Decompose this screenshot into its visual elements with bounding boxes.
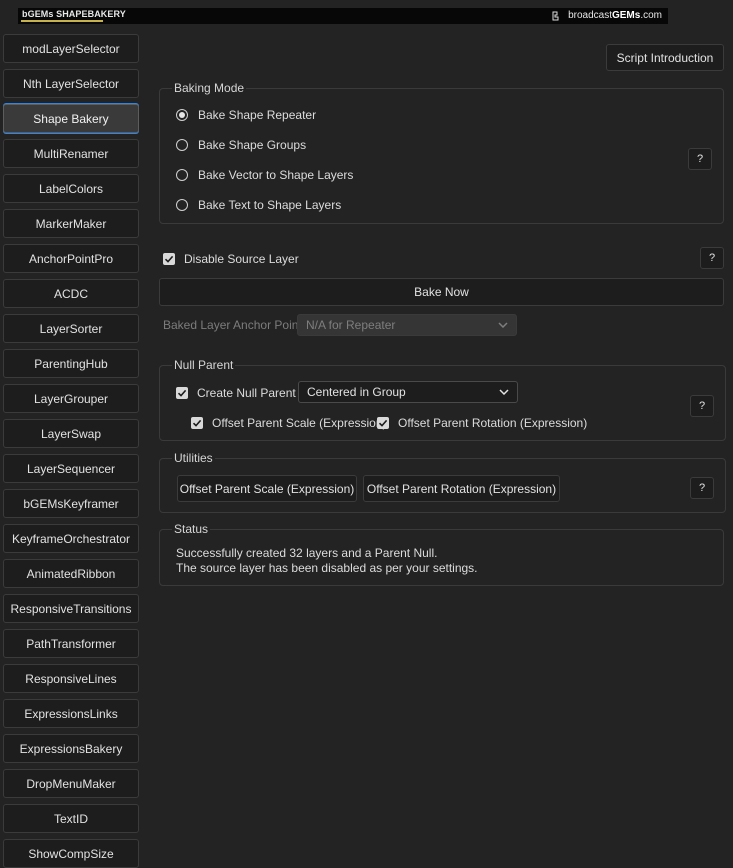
checkbox-checked[interactable]: [163, 253, 175, 265]
sidebar-item-dropmenumaker[interactable]: DropMenuMaker: [3, 769, 139, 798]
status-title: Status: [172, 522, 211, 536]
sidebar-item-shape-bakery[interactable]: Shape Bakery: [3, 104, 139, 133]
sidebar-item-layergrouper[interactable]: LayerGrouper: [3, 384, 139, 413]
create-null-parent-checkbox[interactable]: Create Null Parent: [176, 386, 296, 400]
radio-button[interactable]: [176, 199, 188, 211]
checkbox-checked[interactable]: [176, 387, 188, 399]
sidebar-item-responsivelines[interactable]: ResponsiveLines: [3, 664, 139, 693]
status-group: Status Successfully created 32 layers an…: [159, 522, 724, 586]
sidebar-item-anchorpointpro[interactable]: AnchorPointPro: [3, 244, 139, 273]
sidebar-item-layersorter[interactable]: LayerSorter: [3, 314, 139, 343]
utilities-help-button[interactable]: ?: [690, 477, 714, 499]
baking-mode-group: Baking Mode Bake Shape Repeater Bake Sha…: [159, 81, 724, 224]
offset-parent-scale-button[interactable]: Offset Parent Scale (Expression): [177, 475, 357, 502]
offset-parent-rotation-checkbox[interactable]: Offset Parent Rotation (Expression): [377, 416, 587, 430]
chevron-down-icon: [498, 322, 508, 328]
sidebar-item-markermaker[interactable]: MarkerMaker: [3, 209, 139, 238]
anchor-point-label: Baked Layer Anchor Point:: [163, 318, 306, 332]
sidebar-item-textid[interactable]: TextID: [3, 804, 139, 833]
sidebar-item-responsivetransitions[interactable]: ResponsiveTransitions: [3, 594, 139, 623]
null-position-dropdown[interactable]: Centered in Group: [298, 381, 518, 403]
anchor-point-dropdown: N/A for Repeater: [297, 314, 517, 336]
sidebar-item-labelcolors[interactable]: LabelColors: [3, 174, 139, 203]
checkbox-checked[interactable]: [377, 417, 389, 429]
sidebar-item-acdc[interactable]: ACDC: [3, 279, 139, 308]
null-parent-help-button[interactable]: ?: [690, 395, 714, 417]
status-message-line: The source layer has been disabled as pe…: [176, 561, 478, 575]
disable-source-help-button[interactable]: ?: [700, 247, 724, 269]
header-banner: bGEMs SHAPEBAKERY broadcastGEMs.com: [18, 8, 668, 24]
status-message-line: Successfully created 32 layers and a Par…: [176, 546, 438, 560]
baking-mode-help-button[interactable]: ?: [688, 148, 712, 170]
sidebar-item-nth-layerselector[interactable]: Nth LayerSelector: [3, 69, 139, 98]
sidebar-item-bgemskeyframer[interactable]: bGEMsKeyframer: [3, 489, 139, 518]
sidebar-item-parentinghub[interactable]: ParentingHub: [3, 349, 139, 378]
offset-parent-scale-checkbox[interactable]: Offset Parent Scale (Expression): [191, 416, 387, 430]
sidebar-item-pathtransformer[interactable]: PathTransformer: [3, 629, 139, 658]
radio-bake-text-to-shape[interactable]: Bake Text to Shape Layers: [176, 198, 341, 212]
script-introduction-button[interactable]: Script Introduction: [606, 44, 724, 71]
radio-button[interactable]: [176, 169, 188, 181]
checkbox-checked[interactable]: [191, 417, 203, 429]
sidebar-item-animatedribbon[interactable]: AnimatedRibbon: [3, 559, 139, 588]
banner-website[interactable]: broadcastGEMs.com: [552, 8, 668, 24]
radio-button[interactable]: [176, 109, 188, 121]
bake-now-button[interactable]: Bake Now: [159, 278, 724, 306]
radio-bake-vector-to-shape[interactable]: Bake Vector to Shape Layers: [176, 168, 353, 182]
sidebar-item-keyframeorchestrator[interactable]: KeyframeOrchestrator: [3, 524, 139, 553]
sidebar-item-multirenamer[interactable]: MultiRenamer: [3, 139, 139, 168]
null-parent-group: Null Parent Create Null Parent Centered …: [159, 358, 726, 441]
utilities-group: Utilities Offset Parent Scale (Expressio…: [159, 451, 726, 513]
brand-underline: [21, 20, 103, 22]
sidebar-item-expressionslinks[interactable]: ExpressionsLinks: [3, 699, 139, 728]
sidebar-item-showcompsize[interactable]: ShowCompSize: [3, 839, 139, 868]
radio-button[interactable]: [176, 139, 188, 151]
sidebar-item-modlayerselector[interactable]: modLayerSelector: [3, 34, 139, 63]
brand-logo: bGEMs SHAPEBAKERY: [18, 8, 126, 24]
baking-mode-title: Baking Mode: [172, 81, 247, 95]
null-parent-title: Null Parent: [172, 358, 236, 372]
radio-bake-shape-groups[interactable]: Bake Shape Groups: [176, 138, 306, 152]
website-link[interactable]: broadcastGEMs.com: [568, 8, 662, 24]
disable-source-layer-checkbox[interactable]: Disable Source Layer: [163, 252, 299, 266]
chevron-down-icon: [499, 389, 509, 395]
sidebar-item-layerswap[interactable]: LayerSwap: [3, 419, 139, 448]
sidebar-item-layersequencer[interactable]: LayerSequencer: [3, 454, 139, 483]
gem-logo-icon: [552, 11, 559, 21]
utilities-title: Utilities: [172, 451, 215, 465]
radio-bake-shape-repeater[interactable]: Bake Shape Repeater: [176, 108, 316, 122]
offset-parent-rotation-button[interactable]: Offset Parent Rotation (Expression): [363, 475, 560, 502]
sidebar-item-expressionsbakery[interactable]: ExpressionsBakery: [3, 734, 139, 763]
